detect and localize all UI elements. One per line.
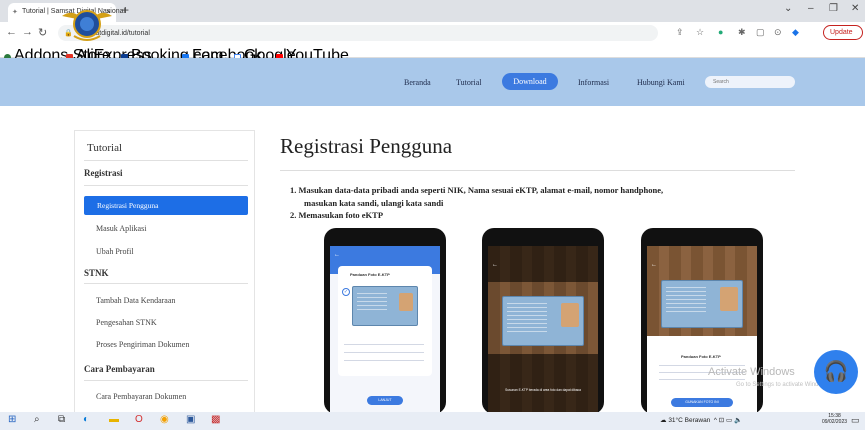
phone-mockup-ktp-guide: ← Panduan Foto E-KTP ✓ LANJUT: [324, 228, 446, 414]
phone-screen: ← Susunan E-KTP berada di area foto dan …: [488, 246, 598, 414]
back-arrow-icon[interactable]: ←: [492, 262, 498, 268]
nav-tutorial[interactable]: Tutorial: [456, 78, 482, 87]
camera-bottom-overlay: [488, 354, 598, 414]
search-icon[interactable]: ⌕: [34, 414, 40, 425]
phone-screen: ← Panduan Foto E-KTP GUNAKAN FOTO INI: [647, 246, 757, 414]
sidebar-item-cara-pembayaran-dokumen[interactable]: Cara Pembayaran Dokumen: [96, 392, 186, 401]
shield-icon[interactable]: ◆: [792, 27, 799, 38]
lanjut-button[interactable]: LANJUT: [367, 396, 403, 405]
title-divider: [280, 170, 795, 171]
divider: [84, 380, 248, 381]
nav-download[interactable]: Download: [502, 73, 558, 90]
nav-beranda[interactable]: Beranda: [404, 78, 431, 87]
tray-icons[interactable]: ^ ⊡ ▭ 🔈: [712, 417, 742, 424]
extensions-puzzle-icon[interactable]: ✱: [738, 27, 746, 38]
search-input[interactable]: [705, 76, 795, 88]
guide-bullets: [344, 341, 424, 367]
gunakan-foto-button[interactable]: GUNAKAN FOTO INI: [671, 398, 733, 407]
nav-hubungi-kami[interactable]: Hubungi Kami: [637, 78, 685, 87]
divider: [84, 185, 248, 186]
phone-mockup-camera: ← Susunan E-KTP berada di area foto dan …: [482, 228, 604, 414]
samsat-logo[interactable]: [60, 2, 114, 44]
back-icon[interactable]: ←: [6, 26, 17, 38]
app-icon[interactable]: ▩: [211, 414, 220, 425]
back-arrow-icon[interactable]: ←: [651, 262, 657, 268]
sidebar-heading-stnk: STNK: [84, 268, 109, 278]
nav-informasi[interactable]: Informasi: [578, 78, 609, 87]
file-explorer-icon[interactable]: ▬: [109, 414, 119, 425]
sidebar-item-proses-pengiriman-dokumen[interactable]: Proses Pengiriman Dokumen: [96, 340, 189, 349]
notification-icon[interactable]: ▭: [851, 415, 860, 426]
edge-icon[interactable]: ◐: [83, 414, 89, 425]
site-favicon-icon: ✦: [12, 9, 18, 16]
page-title: Registrasi Pengguna: [280, 134, 453, 158]
task-view-icon[interactable]: ⧉: [58, 414, 65, 425]
divider: [84, 283, 248, 284]
phone-screen: ← Panduan Foto E-KTP ✓ LANJUT: [330, 246, 440, 414]
forward-icon[interactable]: →: [22, 26, 33, 38]
sidebar-heading-registrasi: Registrasi: [84, 168, 123, 178]
ktp-card-image: [661, 280, 743, 328]
divider: [84, 160, 248, 161]
minimize-icon[interactable]: –: [808, 3, 814, 14]
word-icon[interactable]: ▣: [186, 414, 195, 425]
tab-search-icon[interactable]: ⌄: [784, 3, 792, 14]
browser-tab-bar: [0, 0, 865, 22]
sidebar-item-registrasi-pengguna[interactable]: Registrasi Pengguna: [84, 196, 248, 215]
step-1-text: 1. Masukan data-data pribadi anda sepert…: [290, 185, 664, 195]
close-window-icon[interactable]: ✕: [851, 3, 859, 14]
sidebar-item-ubah-profil[interactable]: Ubah Profil: [96, 247, 134, 256]
step-2-text: 2. Memasukan foto eKTP: [290, 210, 384, 220]
weather-text[interactable]: 31°C Berawan: [668, 417, 710, 424]
share-icon[interactable]: ⇪: [676, 27, 684, 38]
profile-icon[interactable]: ⊙: [774, 27, 782, 38]
back-arrow-icon[interactable]: ←: [334, 252, 340, 258]
sidepanel-icon[interactable]: ▢: [756, 27, 765, 38]
sidebar-item-pengesahan-stnk[interactable]: Pengesahan STNK: [96, 318, 157, 327]
headset-icon: 🎧: [823, 361, 849, 383]
weather-icon: ☁: [660, 417, 667, 424]
sidebar-heading-cara-pembayaran: Cara Pembayaran: [84, 364, 155, 374]
sidebar-item-masuk-aplikasi[interactable]: Masuk Aplikasi: [96, 224, 146, 233]
windows-start-icon[interactable]: ⊞: [8, 414, 16, 425]
bookmark-star-icon[interactable]: ☆: [696, 27, 704, 38]
new-tab-icon[interactable]: +: [122, 3, 129, 17]
ktp-card-image: [502, 296, 584, 346]
camera-top-overlay: [488, 246, 598, 282]
guide-heading: Panduan Foto E-KTP: [681, 354, 721, 359]
sidebar-item-tambah-data-kendaraan[interactable]: Tambah Data Kendaraan: [96, 296, 175, 305]
maximize-icon[interactable]: ❐: [829, 3, 838, 14]
clock-date: 09/02/2023: [822, 419, 848, 425]
system-tray: ☁ 31°C Berawan ^ ⊡ ▭ 🔈: [660, 416, 742, 424]
chrome-icon[interactable]: ◉: [160, 414, 169, 425]
check-icon: ✓: [342, 288, 350, 296]
ktp-card-image: [352, 286, 418, 326]
address-field[interactable]: 🔒 samsatdigital.id/tutorial: [58, 25, 658, 41]
step-1-continued: masukan kata sandi, ulangi kata sandi: [304, 198, 444, 208]
update-button[interactable]: Update: [823, 25, 863, 40]
camera-caption: Susunan E-KTP berada di area foto dan da…: [505, 388, 581, 392]
taskbar-clock[interactable]: 15:38 09/02/2023: [822, 413, 847, 425]
chat-support-button[interactable]: 🎧: [814, 350, 858, 394]
sidebar-title: Tutorial: [87, 142, 123, 154]
extension-icon[interactable]: ●: [718, 27, 723, 37]
reload-icon[interactable]: ↻: [38, 26, 47, 39]
activate-windows-watermark: Activate Windows: [708, 366, 795, 378]
opera-icon[interactable]: O: [135, 414, 143, 425]
guide-heading: Panduan Foto E-KTP: [350, 272, 390, 277]
